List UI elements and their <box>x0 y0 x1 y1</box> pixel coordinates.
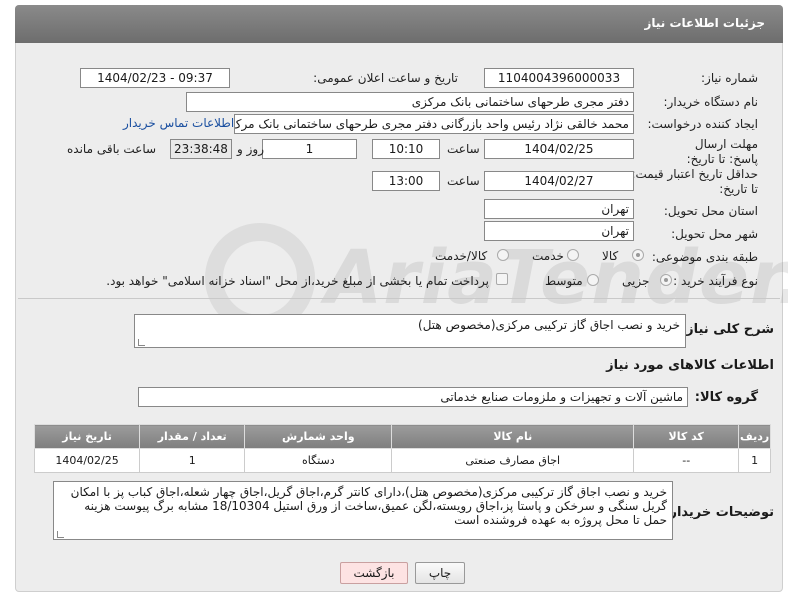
buyer-org-field[interactable]: دفتر مجری طرحهای ساختمانی بانک مرکزی <box>186 92 634 112</box>
cell-row: 1 <box>738 448 771 473</box>
process-radio-medium[interactable] <box>587 274 599 286</box>
buyer-notes-text: خرید و نصب اجاق گاز ترکیبی مرکزی(مخصوص ه… <box>70 485 667 527</box>
cell-unit: دستگاه <box>244 448 393 473</box>
announce-datetime-field[interactable]: 1404/02/23 - 09:37 <box>80 68 230 88</box>
price-validity-label: حداقل تاریخ اعتبار قیمت: تا تاریخ: <box>631 167 758 196</box>
cell-name: اجاق مصارف صنعتی <box>391 448 635 473</box>
buyer-notes-label: توضیحات خریدار: <box>664 505 774 520</box>
resize-handle-icon[interactable] <box>57 531 64 538</box>
cell-quantity: 1 <box>139 448 246 473</box>
panel-title: جزئیات اطلاعات نیاز <box>644 16 765 30</box>
category-label: طبقه بندی موضوعی: <box>651 250 758 264</box>
city-label: شهر محل تحویل: <box>671 227 758 241</box>
col-name: نام کالا <box>391 424 635 449</box>
category-option-both: کالا/خدمت <box>435 249 488 263</box>
category-radio-service[interactable] <box>567 249 579 261</box>
goods-info-title: اطلاعات کالاهای مورد نیاز <box>606 358 774 373</box>
cell-need-date: 1404/02/25 <box>33 448 141 473</box>
announce-datetime-label: تاریخ و ساعت اعلان عمومی: <box>313 71 458 85</box>
price-validity-date-field[interactable]: 1404/02/27 <box>484 171 634 191</box>
deadline-label: مهلت ارسال پاسخ: تا تاریخ: <box>686 137 758 166</box>
category-radio-goods[interactable] <box>632 249 644 261</box>
province-field[interactable]: تهران <box>484 199 634 219</box>
goods-group-field[interactable]: ماشین آلات و تجهیزات و ملزومات صنایع خدم… <box>138 387 688 407</box>
divider <box>18 298 780 299</box>
table-row[interactable]: 1 -- اجاق مصارف صنعتی دستگاه 1 1404/02/2… <box>33 448 771 473</box>
col-need-date: تاریخ نیاز <box>33 424 141 449</box>
deadline-time-field[interactable]: 10:10 <box>372 139 440 159</box>
city-field[interactable]: تهران <box>484 221 634 241</box>
deadline-days-field[interactable]: 1 <box>262 139 357 159</box>
items-table: ردیف کد کالا نام کالا واحد شمارش تعداد /… <box>33 424 771 473</box>
description-label: شرح کلی نیاز: <box>680 322 774 337</box>
remaining-time-label: ساعت باقی مانده <box>67 142 157 156</box>
goods-group-label: گروه کالا: <box>694 390 758 405</box>
description-text: خرید و نصب اجاق گاز ترکیبی مرکزی(مخصوص ه… <box>418 318 680 332</box>
process-type-label: نوع فرآیند خرید : <box>673 274 758 288</box>
process-radio-minor[interactable] <box>660 274 672 286</box>
col-quantity: تعداد / مقدار <box>139 424 246 449</box>
deadline-days-label: روز و <box>237 142 264 156</box>
category-option-service: خدمت <box>532 249 564 263</box>
description-textarea[interactable]: خرید و نصب اجاق گاز ترکیبی مرکزی(مخصوص ه… <box>134 314 686 348</box>
remaining-time-field: 23:38:48 <box>170 139 232 159</box>
resize-handle-icon[interactable] <box>138 339 145 346</box>
buyer-notes-textarea[interactable]: خرید و نصب اجاق گاز ترکیبی مرکزی(مخصوص ه… <box>53 481 673 540</box>
price-validity-time-field[interactable]: 13:00 <box>372 171 440 191</box>
buyer-org-label: نام دستگاه خریدار: <box>663 95 759 109</box>
process-option-minor: جزیی <box>622 274 650 288</box>
requester-label: ایجاد کننده درخواست: <box>647 117 758 131</box>
col-code: کد کالا <box>633 424 740 449</box>
category-radio-both[interactable] <box>497 249 509 261</box>
deadline-date-field[interactable]: 1404/02/25 <box>484 139 634 159</box>
col-row: ردیف <box>738 424 771 449</box>
deadline-time-label: ساعت <box>447 142 480 156</box>
category-option-goods: کالا <box>602 249 619 263</box>
col-unit: واحد شمارش <box>244 424 393 449</box>
print-button[interactable]: چاپ <box>415 562 465 584</box>
table-header-row: ردیف کد کالا نام کالا واحد شمارش تعداد /… <box>33 424 771 449</box>
back-button[interactable]: بازگشت <box>340 562 408 584</box>
price-validity-time-label: ساعت <box>447 174 480 188</box>
buyer-contact-link[interactable]: اطلاعات تماس خریدار <box>123 116 234 130</box>
treasury-payment-checkbox[interactable] <box>496 273 508 285</box>
need-number-field[interactable]: 1104004396000033 <box>484 68 634 88</box>
need-number-label: شماره نیاز: <box>701 71 758 85</box>
process-option-medium: متوسط <box>545 274 583 288</box>
requester-field[interactable]: محمد خالقی نژاد رئیس واحد بازرگانی دفتر … <box>234 114 634 134</box>
treasury-payment-note: پرداخت تمام یا بخشی از مبلغ خرید،از محل … <box>106 274 489 288</box>
cell-code: -- <box>633 448 740 473</box>
panel-header: جزئیات اطلاعات نیاز <box>15 5 783 43</box>
province-label: استان محل تحویل: <box>663 204 758 218</box>
